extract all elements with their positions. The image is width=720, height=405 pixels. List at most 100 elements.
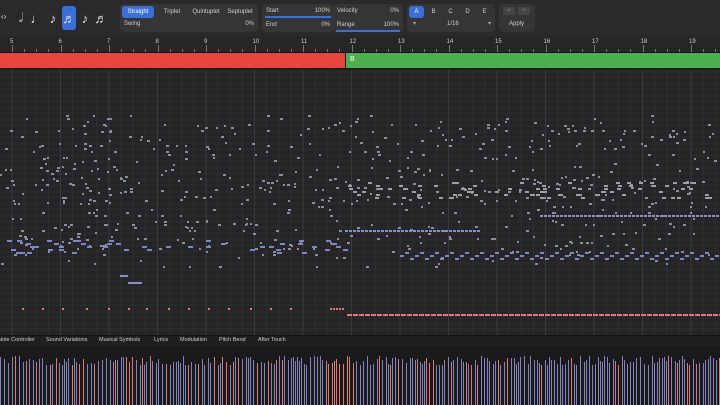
velocity-bar[interactable] [675,361,676,405]
velocity-bar[interactable] [654,363,655,405]
note-dot[interactable] [11,249,16,251]
note-dot[interactable] [161,215,164,217]
arrows-icon[interactable]: ‹› [1,12,6,21]
note-dot[interactable] [451,139,453,141]
note-dot[interactable] [420,242,422,244]
note-dot[interactable] [644,215,647,217]
note-dot[interactable] [288,248,291,250]
note-dot[interactable] [182,242,185,244]
note-dot[interactable] [189,266,191,268]
note-dot[interactable] [490,255,494,257]
velocity-bar[interactable] [110,360,111,405]
note-dot[interactable] [300,134,302,136]
note-dot[interactable] [588,188,591,190]
undo-icon[interactable]: ↶ [503,7,515,15]
velocity-bar[interactable] [274,364,275,405]
note-dot[interactable] [522,178,525,180]
note-dot[interactable] [259,187,262,189]
note-dot[interactable] [262,254,264,256]
piano-roll-grid[interactable] [0,70,720,335]
note-dot[interactable] [280,243,285,245]
note-dot[interactable] [600,235,603,237]
note-dot[interactable] [178,180,180,182]
note-dot[interactable] [495,191,499,193]
velocity-bar[interactable] [115,360,116,405]
note-dot[interactable] [7,240,12,242]
note-dot[interactable] [229,154,231,156]
note-dot[interactable] [710,258,714,260]
note-dot[interactable] [45,163,47,165]
note-dot[interactable] [109,240,114,242]
note-dot[interactable] [620,139,622,141]
note-dot[interactable] [409,199,412,201]
note-dot[interactable] [610,171,613,173]
note-dot[interactable] [690,212,692,214]
note-dot[interactable] [453,194,457,196]
note-dot[interactable] [318,206,320,208]
velocity-bar[interactable] [8,363,9,405]
velocity-bar[interactable] [320,356,321,405]
velocity-bar[interactable] [468,364,469,405]
note-dot[interactable] [109,202,111,204]
note-dot[interactable] [445,230,448,232]
note-dot[interactable] [658,238,661,240]
note-dot[interactable] [389,230,392,232]
velocity-bar[interactable] [442,365,443,405]
note-dot[interactable] [5,148,8,150]
note-dot[interactable] [349,188,353,190]
note-dot[interactable] [315,189,317,191]
note-dot[interactable] [666,263,668,265]
note-dot[interactable] [615,252,619,254]
velocity-bar[interactable] [328,364,329,405]
note-dot[interactable] [219,266,222,268]
velocity-bar[interactable] [530,356,531,405]
note-dot[interactable] [61,229,63,231]
velocity-bar[interactable] [336,359,337,405]
velocity-bar[interactable] [395,357,396,405]
velocity-bar[interactable] [466,362,467,405]
note-dot[interactable] [480,252,484,254]
note-dot[interactable] [401,230,404,232]
velocity-bar[interactable] [191,362,192,405]
velocity-bar[interactable] [23,362,24,405]
note-dot[interactable] [535,263,538,265]
note-dot[interactable] [470,258,474,260]
velocity-bar[interactable] [586,360,587,405]
note-dot[interactable] [650,182,654,184]
note-dot[interactable] [586,242,589,244]
note-dot[interactable] [30,246,35,248]
note-dot[interactable] [372,131,374,133]
note-dot[interactable] [668,215,671,217]
note-dot[interactable] [551,130,554,132]
note-dot[interactable] [343,249,348,251]
note-dot[interactable] [532,169,534,171]
lane-tab[interactable]: Sound Variations [46,337,87,343]
note-dot[interactable] [600,215,603,217]
note-dot[interactable] [127,212,129,214]
note-dot[interactable] [567,128,570,130]
velocity-lane[interactable] [0,346,720,405]
note-dot[interactable] [575,258,579,260]
note-dot[interactable] [295,229,297,231]
feel-quintuplet[interactable]: Quintuplet [190,6,222,18]
velocity-bar[interactable] [332,363,333,405]
velocity-bar[interactable] [29,359,30,405]
velocity-bar[interactable] [671,357,672,405]
note-dot[interactable] [704,215,707,217]
note-dot[interactable] [185,145,187,147]
note-dot[interactable] [56,180,59,182]
note-dot[interactable] [87,121,89,123]
note-dot[interactable] [533,236,535,238]
note-dot[interactable] [539,314,544,316]
velocity-bar[interactable] [87,364,88,405]
velocity-bar[interactable] [539,363,540,405]
note-dot[interactable] [519,189,522,191]
note-dot[interactable] [376,146,379,148]
velocity-bar[interactable] [178,361,179,405]
note-dot[interactable] [365,230,368,232]
note-dot[interactable] [521,314,526,316]
note-dot[interactable] [547,125,549,127]
note-dot[interactable] [695,314,700,316]
note-dot[interactable] [479,314,484,316]
note-dot[interactable] [199,248,201,250]
